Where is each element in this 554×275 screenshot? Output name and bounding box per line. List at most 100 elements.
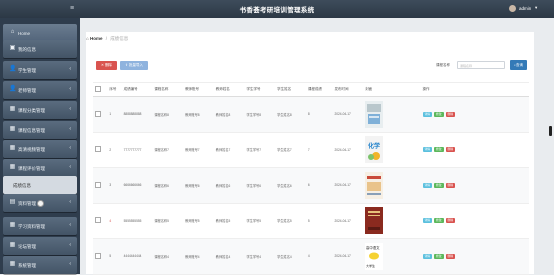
search-input[interactable]: 课程名称 [457,61,505,69]
col-header[interactable]: 课程成绩 [305,82,333,97]
sidebar-item-students[interactable]: 👤 学生管理 ‹ [3,61,77,79]
delete-row-button[interactable]: 删除 [445,147,456,153]
grid-icon: ▦ [9,222,16,228]
select-all-checkbox[interactable] [93,82,108,97]
row-checkbox[interactable] [93,203,108,239]
cell-date: 2024-04-17 [332,167,364,204]
view-button[interactable]: 详情 [422,253,433,259]
cover-image[interactable] [365,207,384,235]
app-title: 书香荟考研培训管理系统 [239,7,315,14]
cell-student-no: 学生学号5 [244,203,276,239]
cell-index: 3 [107,167,122,204]
delete-row-button[interactable]: 删除 [445,253,456,259]
search-button[interactable]: ⌕查询 [510,60,527,70]
breadcrumb-home[interactable]: Home [90,36,103,41]
sidebar-item-study-materials[interactable]: ▦ 学习资料管理 ‹ [3,217,77,235]
edit-button[interactable]: 修改 [434,147,444,153]
scrollbar-thumb[interactable] [549,126,552,136]
row-checkbox[interactable] [93,96,108,133]
view-button[interactable]: 详情 [422,182,433,188]
col-header[interactable]: 教师账号 [183,82,214,97]
cover-image[interactable] [365,100,384,128]
cell-teacher-name: 教师姓名8 [213,96,245,133]
sidebar-item-system[interactable]: ▦ 系统管理 ‹ [3,256,77,274]
cell-teacher-account: 教师账号8 [183,96,214,133]
cell-student-no: 学生学号6 [244,167,276,204]
edit-button[interactable]: 修改 [434,111,444,117]
cell-actions: 详情 修改 删除 [420,238,529,275]
edit-button[interactable]: 修改 [434,182,444,188]
edit-button[interactable]: 修改 [434,218,444,224]
cell-score: 8 [305,96,333,133]
edit-button[interactable]: 修改 [434,253,444,259]
cell-student-name: 学生姓名8 [275,96,306,133]
chevron-left-icon: ‹ [69,222,71,228]
delete-row-button[interactable]: 删除 [445,111,456,117]
sidebar-item-my-info[interactable]: ▣ 我的信息 [3,40,77,58]
cell-teacher-account: 教师账号7 [183,132,214,168]
sidebar-item-scores[interactable]: 成绩信息 [3,176,77,194]
row-checkbox[interactable] [93,167,108,204]
cover-image[interactable] [365,171,384,199]
cell-teacher-name: 教师姓名6 [213,167,245,204]
col-header[interactable]: 教师姓名 [213,82,245,97]
username-label[interactable]: admin [519,6,531,11]
chevron-left-icon: ‹ [69,242,71,248]
view-button[interactable]: 详情 [422,147,433,153]
grid-icon: ▦ [9,242,16,248]
col-header[interactable]: 学生学号 [244,82,276,97]
delete-button[interactable]: ✕ 删除 [96,61,117,70]
chevron-left-icon: ‹ [69,106,71,112]
delete-row-button[interactable]: 删除 [445,218,456,224]
chevron-left-icon: ‹ [69,126,71,132]
col-header[interactable]: 成绩编号 [121,82,153,97]
cover-image[interactable]: 化学 [365,136,384,164]
sidebar-item-course-info[interactable]: ▦ 课程信息管理 ‹ [3,121,77,139]
home-icon[interactable]: ⌂ [86,36,89,41]
cell-code: 8888888888 [121,96,153,133]
cell-teacher-account: 教师账号4 [183,238,214,275]
breadcrumb: ⌂ Home / 成绩信息 [86,36,128,46]
cell-student-name: 学生姓名6 [275,167,306,204]
col-header[interactable]: 课程名称 [152,82,184,97]
cell-score: 5 [305,203,333,239]
view-button[interactable]: 详情 [422,218,433,224]
cell-student-no: 学生学号7 [244,132,276,168]
cell-course: 课程名称6 [152,167,184,204]
cell-index: 2 [107,132,122,168]
cell-cover [363,167,421,204]
table-row: 1 8888888888 课程名称8 教师账号8 教师姓名8 学生学号8 学生姓… [93,96,529,133]
cell-date: 2024-04-17 [332,132,364,168]
cover-image[interactable]: 高中语文 大学生 [365,242,384,270]
search-label: 课程名称 [436,63,450,67]
sidebar-item-label: 论坛管理 [18,243,36,249]
cell-date: 2024-04-17 [332,96,364,133]
row-checkbox[interactable] [93,238,108,275]
user-avatar[interactable] [509,5,516,12]
sidebar-item-hd-video[interactable]: ▦ 高清视频管理 ‹ [3,140,77,158]
cell-student-no: 学生学号4 [244,238,276,275]
sidebar-item-forum[interactable]: ▦ 论坛管理 ‹ [3,237,77,255]
cell-cover [363,203,421,239]
sidebar-item-course-review[interactable]: ▦ 课程评价管理 ‹ [3,159,77,177]
grid-icon: ▦ [9,126,16,132]
col-header[interactable]: 学生姓名 [275,82,306,97]
cell-teacher-name: 教师姓名7 [213,132,245,168]
delete-row-button[interactable]: 删除 [445,182,456,188]
home-icon: ⌂ [10,29,15,35]
row-checkbox[interactable] [93,132,108,168]
user-menu-chevron-icon[interactable]: ▾ [535,5,537,11]
batch-import-button[interactable]: ⇪ 批量导入 [120,61,148,70]
users-icon: 👤 [9,66,17,72]
cell-actions: 详情 修改 删除 [420,96,529,133]
col-header[interactable]: 发布时间 [332,82,364,97]
sidebar-item-teachers[interactable]: 👤 老师管理 ‹ [3,81,77,99]
sidebar-item-label: Home [18,30,31,36]
table-row: 2 7777777777 课程名称7 教师账号7 教师姓名7 学生学号7 学生姓… [93,132,529,168]
grid-icon: ▦ [9,106,16,112]
sidebar-item-course-category[interactable]: ▦ 课程分类管理 ‹ [3,101,77,119]
cell-code: 7777777777 [121,132,153,168]
view-button[interactable]: 详情 [422,111,433,117]
cell-cover: 化学 [363,132,421,168]
cell-index: 4 [107,203,122,239]
